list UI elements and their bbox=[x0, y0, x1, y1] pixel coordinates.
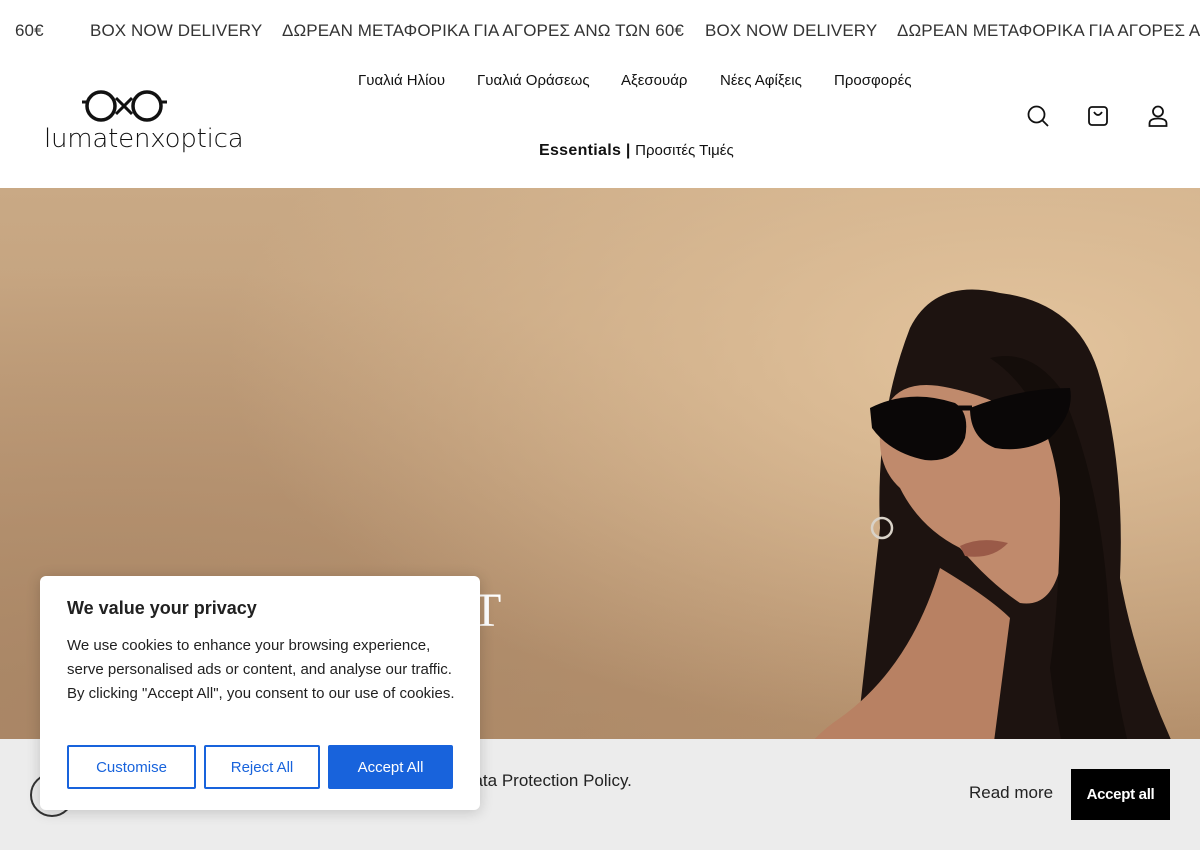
nav-item-offers[interactable]: Προσφορές bbox=[834, 72, 911, 89]
cart-icon[interactable] bbox=[1086, 104, 1110, 128]
privacy-consent-dialog: We value your privacy We use cookies to … bbox=[40, 576, 480, 810]
account-icon[interactable] bbox=[1146, 104, 1170, 128]
logo-text: lumatenxoptica bbox=[44, 124, 244, 154]
privacy-title: We value your privacy bbox=[67, 598, 257, 618]
marquee-item: ΔΩΡΕΑΝ ΜΕΤΑΦΟΡΙΚΑ ΓΙΑ ΑΓΟΡΕΣ ΑΝΩ ΤΩΝ 60€ bbox=[282, 21, 684, 40]
site-header: lumatenxoptica Γυαλιά Ηλίου Γυαλιά Οράσε… bbox=[0, 62, 1200, 188]
logo[interactable]: lumatenxoptica bbox=[44, 86, 244, 156]
privacy-body: We use cookies to enhance your browsing … bbox=[67, 637, 455, 702]
marquee-item: BOX NOW DELIVERY bbox=[90, 21, 263, 40]
customise-button[interactable]: Customise bbox=[67, 745, 196, 789]
accept-all-privacy-button[interactable]: Accept All bbox=[328, 745, 453, 789]
read-more-link[interactable]: Read more bbox=[969, 783, 1053, 803]
essentials-subtitle: Προσιτές Τιμές bbox=[635, 142, 734, 159]
nav-item-accessories[interactable]: Αξεσουάρ bbox=[621, 72, 687, 89]
nav-item-essentials[interactable]: Essentials | Προσιτές Τιμές bbox=[539, 142, 734, 160]
nav-item-eyeglasses[interactable]: Γυαλιά Οράσεως bbox=[477, 72, 590, 89]
search-icon[interactable] bbox=[1026, 104, 1050, 128]
essentials-label: Essentials | bbox=[539, 142, 631, 159]
marquee-item: 60€ bbox=[15, 21, 44, 40]
nav-item-new-arrivals[interactable]: Νέες Αφίξεις bbox=[720, 72, 802, 89]
marquee-item: BOX NOW DELIVERY bbox=[705, 21, 878, 40]
reject-all-button[interactable]: Reject All bbox=[204, 745, 320, 789]
accept-all-button[interactable]: Accept all bbox=[1071, 769, 1170, 820]
nav-item-sunglasses[interactable]: Γυαλιά Ηλίου bbox=[358, 72, 445, 89]
announcement-marquee: 60€ BOX NOW DELIVERY ΔΩΡΕΑΝ ΜΕΤΑΦΟΡΙΚΑ Γ… bbox=[0, 0, 1200, 62]
marquee-item: ΔΩΡΕΑΝ ΜΕΤΑΦΟΡΙΚΑ ΓΙΑ ΑΓΟΡΕΣ ΑΝΩ ΤΩΝ 60€ bbox=[897, 21, 1200, 40]
glasses-logo-icon bbox=[82, 90, 167, 122]
